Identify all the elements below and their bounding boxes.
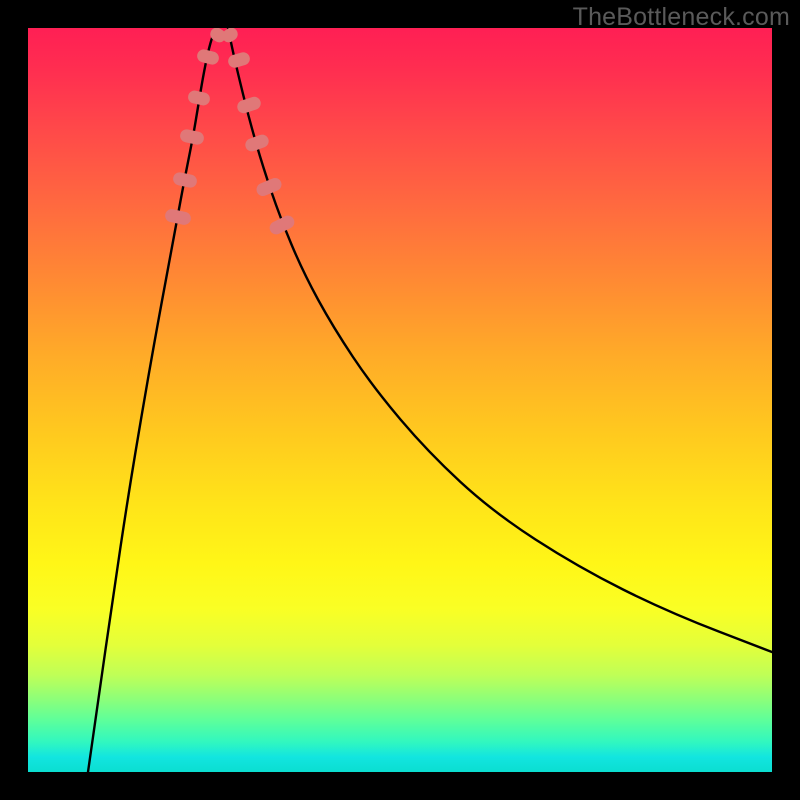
marker-pill [227, 51, 252, 70]
marker-pill [172, 171, 198, 189]
marker-pill [236, 95, 263, 115]
plot-area [28, 28, 772, 772]
curve-layer [28, 28, 772, 772]
curve-right-branch [228, 28, 772, 652]
marker-pill [254, 176, 283, 198]
watermark-text: TheBottleneck.com [573, 3, 790, 32]
chart-frame: TheBottleneck.com [0, 0, 800, 800]
marker-pill [267, 213, 296, 236]
marker-pill [187, 89, 211, 106]
marker-pill [196, 48, 220, 66]
marker-pill [179, 128, 205, 146]
marker-pill [164, 208, 192, 226]
